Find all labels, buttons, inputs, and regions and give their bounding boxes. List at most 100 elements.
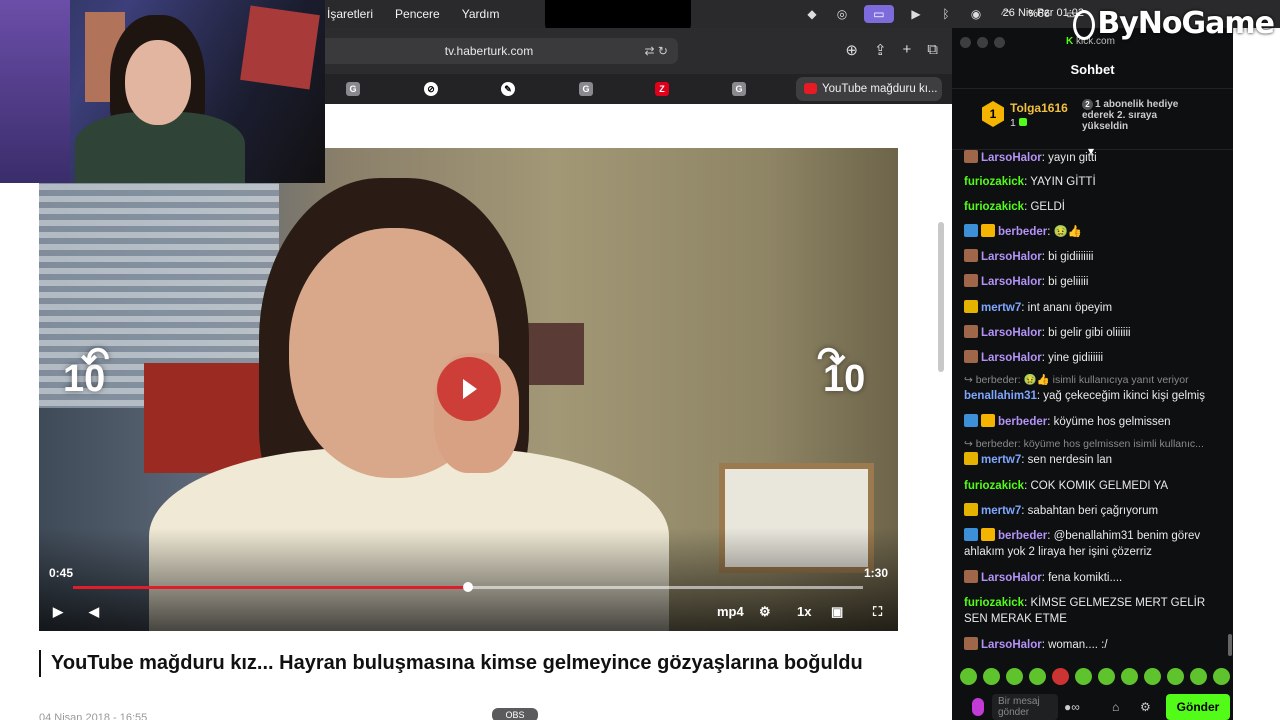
volume-icon[interactable]: ◀ (89, 604, 99, 620)
chat-input[interactable]: Bir mesaj gönder (992, 694, 1058, 720)
chat-message[interactable]: LarsoHalor: bi gidiiiiiii (964, 249, 1229, 265)
chat-username[interactable]: LarsoHalor (981, 276, 1042, 288)
tab-overview-icon[interactable]: ⧉ (927, 41, 938, 59)
youtube-favicon (804, 83, 817, 94)
chat-message[interactable]: mertw7: int ananı öpeyim (964, 300, 1229, 316)
record-icon[interactable]: ◉ (968, 6, 984, 22)
emote-icon[interactable] (1144, 668, 1161, 685)
emote-icon[interactable] (1006, 668, 1023, 685)
emote-icon[interactable] (1075, 668, 1092, 685)
address-bar[interactable]: tv.haberturk.com ⇄ ↻ (300, 38, 678, 64)
chat-username[interactable]: LarsoHalor (981, 251, 1042, 263)
store-icon[interactable]: ⌂ (1112, 700, 1119, 714)
chat-message[interactable]: LarsoHalor: yine gidiiiiii (964, 350, 1229, 366)
chat-username[interactable]: mertw7 (981, 302, 1021, 314)
zoom-dot[interactable] (994, 37, 1005, 48)
chat-message[interactable]: furiozakick: COK KOMIK GELMEDI YA (964, 478, 1229, 494)
chat-message[interactable]: berbeder: 🤢👍 (964, 224, 1229, 240)
fullscreen-icon[interactable]: ⛶ (873, 604, 882, 620)
emote-icon[interactable] (983, 668, 1000, 685)
chat-message[interactable]: ↪ berbeder: 🤢👍 isimli kullanıcıya yanıt … (964, 372, 1229, 404)
play-icon[interactable]: ▶ (908, 6, 924, 22)
emote-icon[interactable] (1190, 668, 1207, 685)
format-label[interactable]: mp4 (717, 604, 744, 619)
chat-message[interactable]: berbeder: @benallahim31 benim görev ahla… (964, 528, 1229, 560)
speed-button[interactable]: 1x (797, 604, 811, 619)
chat-message[interactable]: mertw7: sabahtan beri çağrıyorum (964, 503, 1229, 519)
diamond-icon[interactable]: ◆ (804, 6, 820, 22)
chat-username[interactable]: mertw7 (981, 454, 1021, 466)
skip-back-button[interactable]: ↶ 10 (63, 341, 110, 401)
settings-icon[interactable]: ⚙ (759, 604, 771, 620)
bluetooth-icon[interactable]: ᛒ (938, 6, 954, 22)
chat-username[interactable]: furiozakick (964, 480, 1024, 492)
chat-message[interactable]: LarsoHalor: woman.... :/ (964, 637, 1229, 653)
chat-message[interactable]: LarsoHalor: fena komikti.... (964, 570, 1229, 586)
chat-username[interactable]: LarsoHalor (981, 327, 1042, 339)
send-button[interactable]: Gönder (1166, 694, 1230, 720)
chat-username[interactable]: LarsoHalor (981, 639, 1042, 651)
chat-message[interactable]: LarsoHalor: yayın gitti (964, 150, 1229, 166)
tab-google-2[interactable]: G (575, 78, 597, 100)
chat-message[interactable]: furiozakick: KİMSE GELMEZSE MERT GELİR S… (964, 595, 1229, 627)
chat-text: : fena komikti.... (1041, 572, 1123, 584)
chat-username[interactable]: benallahim31 (964, 390, 1037, 402)
play-icon[interactable]: ▶ (53, 604, 63, 620)
gifter-username[interactable]: Tolga1616 (1010, 101, 1068, 115)
users-icon[interactable]: ●∞ (1064, 700, 1080, 714)
tab-active[interactable]: YouTube mağduru kı... (796, 77, 942, 101)
emote-icon[interactable] (1121, 668, 1138, 685)
new-tab-icon[interactable]: + (903, 41, 912, 59)
chat-username[interactable]: furiozakick (964, 201, 1024, 213)
chat-username[interactable]: berbeder (998, 226, 1047, 238)
progress-bar[interactable] (73, 582, 863, 592)
screen-mirror-icon[interactable]: ▭ (863, 5, 894, 23)
emote-icon[interactable] (960, 668, 977, 685)
chat-scrollbar[interactable] (1228, 634, 1232, 656)
skip-forward-button[interactable]: ↷ 10 (817, 341, 865, 401)
minimize-dot[interactable] (977, 37, 988, 48)
chat-username[interactable]: LarsoHalor (981, 152, 1042, 164)
menu-bookmarks[interactable]: İşaretleri (327, 7, 373, 21)
tab-z[interactable]: Z (651, 78, 673, 100)
chat-message[interactable]: furiozakick: GELDİ (964, 199, 1229, 215)
tab-google-1[interactable]: G (342, 78, 364, 100)
menu-window[interactable]: Pencere (395, 7, 440, 21)
emote-icon[interactable] (1052, 668, 1069, 685)
chat-message[interactable]: berbeder: köyüme hos gelmissen (964, 414, 1229, 430)
pip-icon[interactable]: ▣ (831, 604, 843, 620)
chat-username[interactable]: berbeder (998, 416, 1047, 428)
chat-message[interactable]: LarsoHalor: bi gelir gibi oliiiiii (964, 325, 1229, 341)
steam-icon[interactable]: ◎ (834, 6, 850, 22)
page-scrollbar[interactable] (938, 222, 944, 372)
chat-message[interactable]: LarsoHalor: bi geliiiii (964, 274, 1229, 290)
chat-message[interactable]: ↪ berbeder: köyüme hos gelmissen isimli … (964, 436, 1229, 468)
emote-icon[interactable] (1167, 668, 1184, 685)
emote-icon[interactable] (1029, 668, 1046, 685)
chat-username[interactable]: LarsoHalor (981, 352, 1042, 364)
tab-2[interactable]: ⊘ (420, 78, 442, 100)
chat-username[interactable]: LarsoHalor (981, 572, 1042, 584)
tab-3[interactable]: ✎ (497, 78, 519, 100)
article-headline[interactable]: YouTube mağduru kız... Hayran buluşmasın… (39, 650, 919, 677)
tab-google-3[interactable]: G (728, 78, 750, 100)
progress-knob[interactable] (463, 582, 473, 592)
share-icon[interactable]: ⇪ (874, 41, 887, 59)
download-icon[interactable]: ⊕ (845, 41, 858, 59)
chat-username[interactable]: berbeder (998, 530, 1047, 542)
video-player[interactable]: ↶ 10 ↷ 10 0:45 1:30 ▶ ◀ mp4 ⚙ 1x ▣ ⛶ (39, 148, 898, 631)
gear-icon[interactable]: ⚙ (1140, 700, 1151, 714)
translate-icon[interactable]: ⇄ ↻ (645, 38, 668, 64)
emote-icon[interactable] (1098, 668, 1115, 685)
mic-icon[interactable] (972, 698, 984, 716)
close-dot[interactable] (960, 37, 971, 48)
big-play-button[interactable] (437, 357, 501, 421)
chat-username[interactable]: mertw7 (981, 505, 1021, 517)
emote-icon[interactable] (1213, 668, 1230, 685)
chat-message[interactable]: furiozakick: YAYIN GİTTİ (964, 174, 1229, 190)
chat-username[interactable]: furiozakick (964, 597, 1024, 609)
chat-username[interactable]: furiozakick (964, 176, 1024, 188)
message-line: mertw7: sen nerdesin lan (964, 452, 1229, 468)
menu-help[interactable]: Yardım (462, 7, 500, 21)
brand-text: ByNoGame (1097, 6, 1275, 41)
